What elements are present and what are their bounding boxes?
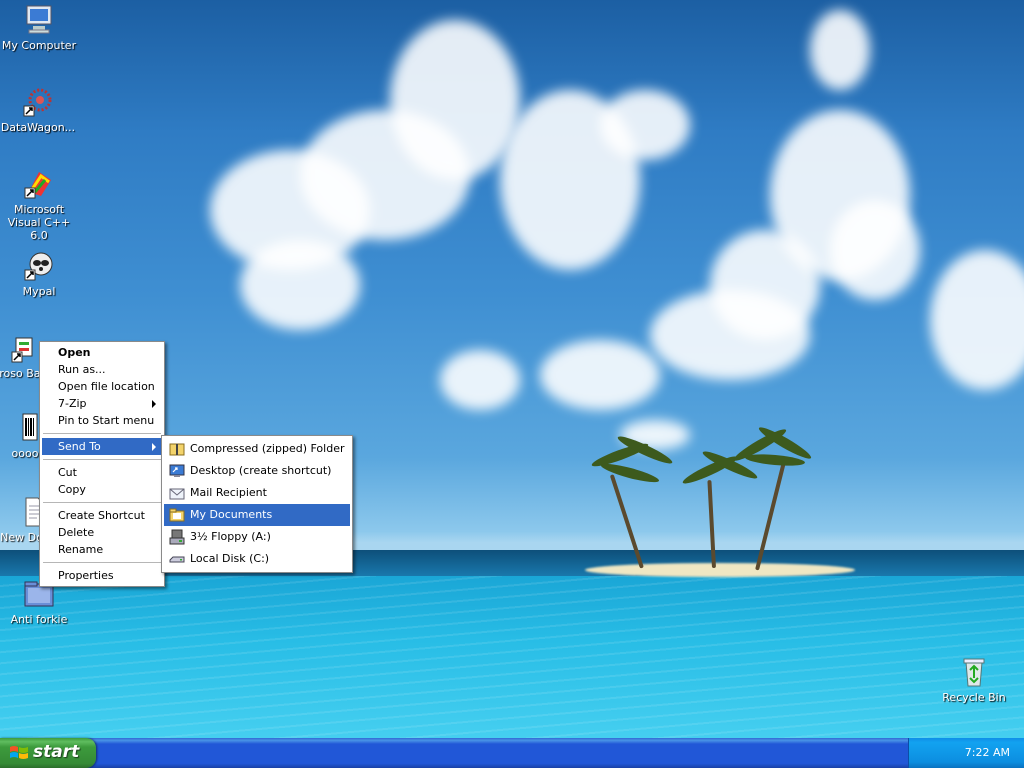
desktop-icon-label: Mypal bbox=[22, 285, 56, 298]
send-to-desktop[interactable]: Desktop (create shortcut) bbox=[164, 460, 350, 482]
menu-item-open[interactable]: Open bbox=[42, 344, 162, 361]
palm-frond bbox=[599, 460, 661, 486]
desktop-icon-my-computer[interactable]: My Computer bbox=[0, 4, 79, 52]
send-to-label: Mail Recipient bbox=[190, 486, 267, 499]
recycle-bin-icon bbox=[958, 656, 990, 688]
send-to-submenu: Compressed (zipped) Folder Desktop (crea… bbox=[161, 435, 353, 573]
menu-item-delete[interactable]: Delete bbox=[42, 524, 162, 541]
menu-item-cut[interactable]: Cut bbox=[42, 464, 162, 481]
send-to-mail-recipient[interactable]: Mail Recipient bbox=[164, 482, 350, 504]
sea-ripples bbox=[0, 576, 1024, 738]
context-menu: Open Run as... Open file location 7-Zip … bbox=[39, 341, 165, 587]
menu-item-copy[interactable]: Copy bbox=[42, 481, 162, 498]
mail-icon bbox=[169, 485, 185, 501]
desktop-icon-datawagon[interactable]: DataWagon... bbox=[0, 86, 78, 134]
desktop-icon-label: Microsoft Visual C++ 6.0 bbox=[7, 203, 71, 242]
desktop-icon-label: Anti forkie bbox=[10, 613, 68, 626]
hard-disk-icon bbox=[169, 551, 185, 567]
send-to-label: Compressed (zipped) Folder bbox=[190, 442, 345, 455]
menu-item-label: Send To bbox=[58, 440, 101, 453]
windows-logo-icon bbox=[9, 744, 29, 765]
menu-item-rename[interactable]: Rename bbox=[42, 541, 162, 558]
desktop-icon-recycle-bin[interactable]: Recycle Bin bbox=[934, 656, 1014, 704]
menu-item-pin-to-start[interactable]: Pin to Start menu bbox=[42, 412, 162, 429]
menu-item-send-to[interactable]: Send To bbox=[42, 438, 162, 455]
wallpaper-cloud bbox=[830, 200, 920, 300]
system-tray: 7:22 AM bbox=[908, 738, 1024, 768]
folder-icon bbox=[169, 507, 185, 523]
desktop-icon-mypal[interactable]: Mypal bbox=[0, 250, 79, 298]
menu-item-open-file-location[interactable]: Open file location bbox=[42, 378, 162, 395]
send-to-label: Local Disk (C:) bbox=[190, 552, 270, 565]
desktop-icon-label: My Computer bbox=[1, 39, 77, 52]
menu-separator bbox=[43, 502, 161, 503]
computer-icon bbox=[23, 4, 55, 36]
menu-item-run-as[interactable]: Run as... bbox=[42, 361, 162, 378]
wallpaper-cloud bbox=[440, 350, 520, 410]
wallpaper-cloud bbox=[810, 10, 870, 90]
datawagon-icon bbox=[22, 86, 54, 118]
send-to-label: 3½ Floppy (A:) bbox=[190, 530, 271, 543]
send-to-local-disk[interactable]: Local Disk (C:) bbox=[164, 548, 350, 570]
zip-folder-icon bbox=[169, 441, 185, 457]
menu-separator bbox=[43, 562, 161, 563]
menu-item-create-shortcut[interactable]: Create Shortcut bbox=[42, 507, 162, 524]
menu-item-label: 7-Zip bbox=[58, 397, 87, 410]
taskbar: start 7:22 AM bbox=[0, 738, 1024, 768]
send-to-my-documents[interactable]: My Documents bbox=[164, 504, 350, 526]
submenu-arrow-icon bbox=[152, 443, 156, 451]
menu-separator bbox=[43, 433, 161, 434]
wallpaper-cloud bbox=[540, 340, 660, 410]
floppy-icon bbox=[169, 529, 185, 545]
desktop-icon bbox=[169, 463, 185, 479]
wallpaper-cloud bbox=[930, 250, 1024, 390]
wallpaper-cloud bbox=[390, 20, 520, 180]
wallpaper-cloud bbox=[600, 90, 690, 160]
menu-separator bbox=[43, 459, 161, 460]
desktop-icon-visual-cpp[interactable]: Microsoft Visual C++ 6.0 bbox=[0, 168, 79, 242]
send-to-floppy[interactable]: 3½ Floppy (A:) bbox=[164, 526, 350, 548]
desktop[interactable]: My Computer DataWagon... Microsoft Visua… bbox=[0, 0, 1024, 738]
island bbox=[585, 563, 855, 577]
menu-item-properties[interactable]: Properties bbox=[42, 567, 162, 584]
submenu-arrow-icon bbox=[152, 400, 156, 408]
send-to-label: My Documents bbox=[190, 508, 273, 521]
send-to-label: Desktop (create shortcut) bbox=[190, 464, 332, 477]
wallpaper-cloud bbox=[240, 240, 360, 330]
barcode-file-icon bbox=[9, 412, 41, 444]
start-button[interactable]: start bbox=[0, 738, 96, 768]
menu-item-7-zip[interactable]: 7-Zip bbox=[42, 395, 162, 412]
mypal-icon bbox=[23, 250, 55, 282]
send-to-compressed-folder[interactable]: Compressed (zipped) Folder bbox=[164, 438, 350, 460]
visual-cpp-icon bbox=[23, 168, 55, 200]
desktop-icon-label: DataWagon... bbox=[0, 121, 76, 134]
clock[interactable]: 7:22 AM bbox=[965, 746, 1010, 759]
desktop-icon-label: Recycle Bin bbox=[942, 691, 1006, 704]
start-label: start bbox=[33, 742, 80, 762]
microsoft-basic-icon bbox=[2, 332, 34, 364]
